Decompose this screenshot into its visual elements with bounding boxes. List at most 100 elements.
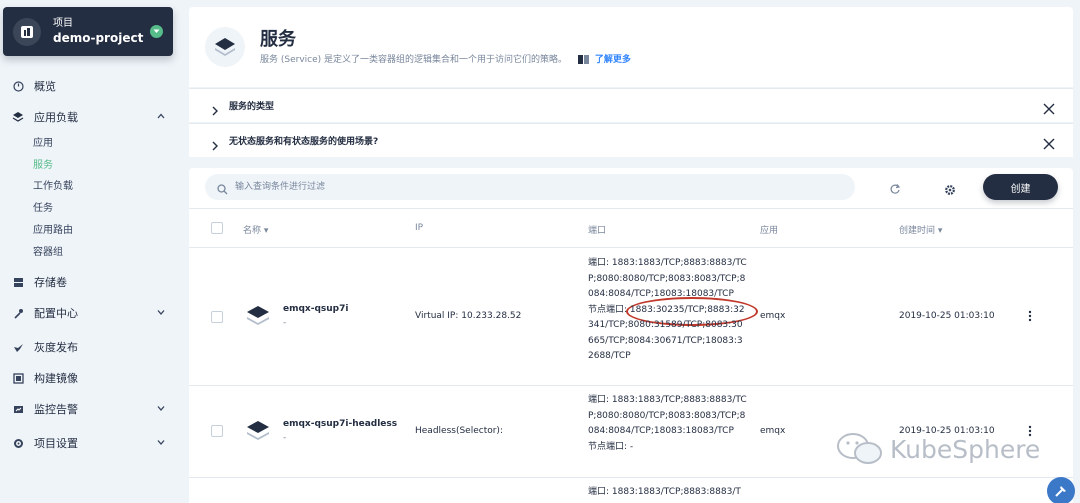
column-header-app: 应用	[760, 226, 779, 236]
sidebar-item-grayscale[interactable]: 灰度发布	[12, 337, 172, 357]
watermark-text: KubeSphere	[890, 434, 1041, 464]
more-icon[interactable]	[1028, 310, 1032, 325]
node-ports-text: 节点端口: 1883:30235/TCP;8883:32341/TCP;8080…	[588, 304, 745, 362]
wechat-icon	[837, 433, 882, 464]
node-ports-text: 节点端口: -	[588, 441, 634, 452]
sidebar-item-label: 应用负载	[34, 111, 78, 124]
page-header: 服务 服务 (Service) 是定义了一类容器组的逻辑集合和一个用于访问它们的…	[189, 7, 1073, 87]
service-name[interactable]: emqx-qsup7i	[283, 304, 348, 314]
monitor-icon	[12, 403, 24, 415]
page-title: 服务	[260, 29, 296, 50]
create-button[interactable]: 创建	[983, 174, 1058, 200]
sidebar-subitem-pods[interactable]: 容器组	[33, 245, 63, 261]
chevron-up-icon	[156, 111, 166, 124]
sidebar-item-label: 项目设置	[34, 437, 78, 450]
service-created: 2019-10-25 01:03:10	[899, 311, 995, 321]
faq-item-service-types[interactable]: 服务的类型	[189, 88, 1073, 122]
caret-down-icon: ▾	[263, 226, 269, 236]
book-icon	[577, 55, 589, 67]
service-name[interactable]: emqx-qsup7i-headless	[283, 419, 397, 429]
select-all-checkbox[interactable]	[211, 222, 223, 234]
gear-icon	[12, 437, 24, 449]
sidebar-subitem-routes[interactable]: 应用路由	[33, 223, 73, 239]
ports-text: 端口: 1883:1883/TCP;8883:8883/TCP;8080:808…	[588, 258, 747, 299]
table-header: 名称 ▾ IP 端口 应用 创建时间 ▾	[189, 208, 1073, 248]
close-icon[interactable]	[1043, 135, 1055, 154]
faq-item-stateless-stateful[interactable]: 无状态服务和有状态服务的使用场景?	[189, 123, 1073, 157]
sidebar-subitem-workloads[interactable]: 工作负载	[33, 179, 73, 195]
service-app[interactable]: emqx	[760, 426, 785, 436]
bird-icon	[12, 341, 24, 353]
project-selector[interactable]: 项目 demo-project	[3, 7, 173, 56]
toolbox-button[interactable]	[1047, 477, 1075, 503]
column-header-created[interactable]: 创建时间 ▾	[899, 223, 942, 236]
wrench-icon	[12, 307, 24, 319]
search-input[interactable]	[235, 174, 835, 200]
sidebar-subitem-services[interactable]: 服务	[33, 158, 53, 174]
service-ports: 端口: 1883:1883/TCP;8883:8883/TCP;8080:808…	[588, 393, 748, 455]
chevron-down-icon	[156, 437, 166, 450]
sidebar-item-config[interactable]: 配置中心	[12, 303, 172, 323]
project-name: demo-project	[53, 31, 144, 45]
watermark: KubeSphere	[836, 432, 1040, 466]
column-header-ip: IP	[415, 223, 424, 233]
hammer-icon	[1055, 486, 1066, 497]
service-icon	[245, 419, 271, 446]
service-icon	[245, 304, 271, 331]
service-app[interactable]: emqx	[760, 311, 785, 321]
row-checkbox[interactable]	[211, 311, 223, 323]
gear-icon[interactable]	[944, 181, 956, 200]
table-row[interactable]: 端口: 1883:1883/TCP;8883:8883/T	[189, 478, 1073, 503]
project-icon	[13, 17, 41, 46]
sidebar-item-settings[interactable]: 项目设置	[12, 433, 172, 453]
service-icon	[205, 27, 245, 67]
column-header-name[interactable]: 名称 ▾	[243, 223, 268, 236]
column-label: 创建时间	[899, 226, 936, 236]
sidebar-item-label: 构建镜像	[34, 372, 78, 385]
sidebar-item-app-workloads[interactable]: 应用负载	[12, 107, 172, 127]
storage-icon	[12, 276, 24, 288]
sidebar-item-monitoring[interactable]: 监控告警	[12, 399, 172, 419]
sidebar-item-build-image[interactable]: 构建镜像	[12, 368, 172, 388]
sidebar-item-overview[interactable]: 概览	[12, 76, 172, 96]
sidebar-item-label: 灰度发布	[34, 341, 78, 354]
chevron-right-icon	[211, 101, 219, 120]
ip-value: 10.233.28.52	[461, 311, 522, 321]
dashboard-icon	[12, 80, 24, 92]
service-ip: Headless(Selector):	[415, 426, 503, 436]
column-label: 名称	[243, 226, 262, 236]
layers-icon	[12, 111, 24, 123]
service-ports: 端口: 1883:1883/TCP;8883:8883/T	[588, 487, 741, 497]
column-header-ports: 端口	[588, 226, 607, 236]
chevron-down-icon	[156, 403, 166, 416]
learn-more-link[interactable]: 了解更多	[595, 55, 631, 65]
faq-text: 无状态服务和有状态服务的使用场景?	[229, 137, 379, 147]
sidebar-item-label: 存储卷	[34, 276, 67, 289]
description-text: 服务 (Service) 是定义了一类容器组的逻辑集合和一个用于访问它们的策略。	[260, 55, 568, 65]
service-description: -	[283, 433, 287, 443]
image-icon	[12, 372, 24, 384]
chevron-down-icon[interactable]	[150, 25, 163, 38]
sidebar-item-storage[interactable]: 存储卷	[12, 272, 172, 292]
table-row[interactable]: emqx-qsup7i - Virtual IP: 10.233.28.52 端…	[189, 248, 1073, 386]
sidebar-item-label: 配置中心	[34, 307, 78, 320]
sidebar-item-label: 监控告警	[34, 403, 78, 416]
refresh-icon[interactable]	[889, 180, 901, 199]
ports-text: 端口: 1883:1883/TCP;8883:8883/TCP;8080:808…	[588, 395, 747, 436]
search-icon	[217, 180, 228, 199]
faq-text: 服务的类型	[229, 102, 275, 112]
sidebar-subitem-jobs[interactable]: 任务	[33, 201, 53, 217]
close-icon[interactable]	[1043, 100, 1055, 119]
ip-label: Virtual IP:	[415, 311, 462, 321]
sidebar-item-label: 概览	[34, 80, 56, 93]
project-label: 项目	[53, 18, 73, 29]
service-ports: 端口: 1883:1883/TCP;8883:8883/TCP;8080:808…	[588, 256, 748, 365]
chevron-right-icon	[211, 136, 219, 155]
row-checkbox[interactable]	[211, 425, 223, 437]
service-description: -	[283, 318, 287, 328]
sidebar-subitem-apps[interactable]: 应用	[33, 136, 53, 152]
caret-down-icon: ▾	[937, 226, 943, 236]
service-ip: Virtual IP: 10.233.28.52	[415, 297, 758, 326]
chevron-down-icon	[156, 307, 166, 320]
page-description: 服务 (Service) 是定义了一类容器组的逻辑集合和一个用于访问它们的策略。…	[260, 52, 631, 67]
